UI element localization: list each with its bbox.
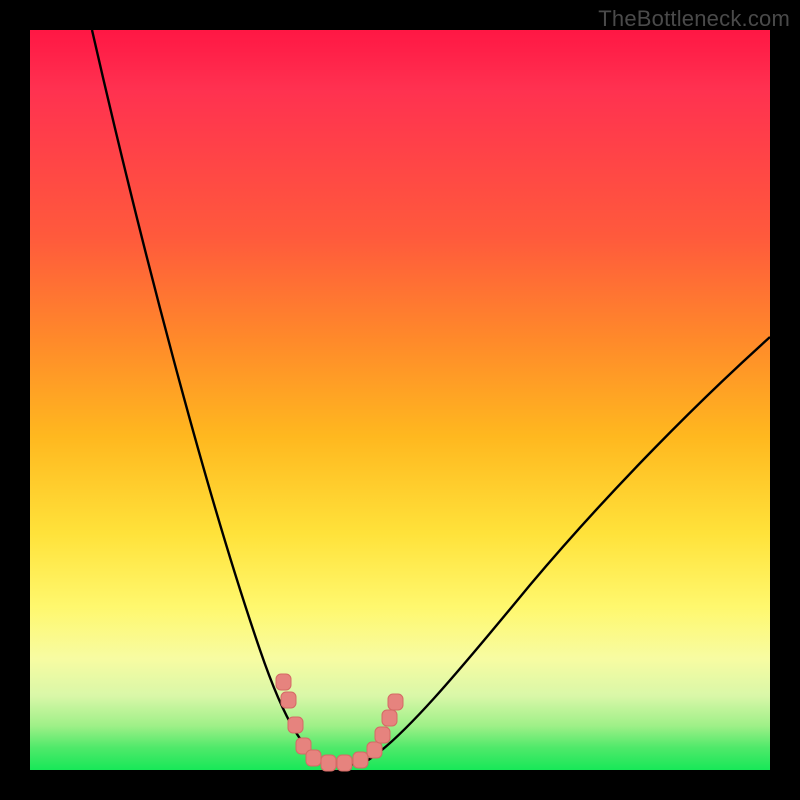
plot-area — [30, 30, 770, 770]
marker — [276, 674, 291, 690]
curve-right — [365, 337, 770, 762]
curve-layer — [30, 30, 770, 770]
marker — [306, 750, 321, 766]
watermark-text: TheBottleneck.com — [598, 6, 790, 32]
marker — [321, 755, 336, 771]
marker — [353, 752, 368, 768]
marker-group — [276, 674, 403, 771]
curve-left — [92, 30, 330, 764]
marker — [375, 727, 390, 743]
marker — [382, 710, 397, 726]
marker — [388, 694, 403, 710]
marker — [281, 692, 296, 708]
marker — [367, 742, 382, 758]
frame: TheBottleneck.com — [0, 0, 800, 800]
marker — [337, 755, 352, 771]
marker — [288, 717, 303, 733]
